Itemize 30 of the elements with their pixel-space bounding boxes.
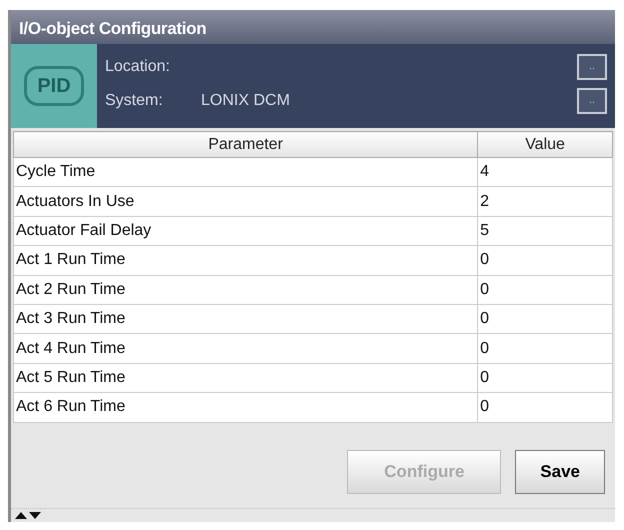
table-cell[interactable]: 0 bbox=[478, 392, 612, 422]
table-cell: Act 3 Run Time bbox=[14, 304, 478, 334]
up-arrow-icon[interactable] bbox=[15, 512, 27, 519]
table-cell[interactable]: 0 bbox=[478, 334, 612, 364]
down-arrow-icon[interactable] bbox=[29, 512, 41, 519]
table-cell[interactable]: 0 bbox=[478, 246, 612, 276]
table-cell[interactable]: 4 bbox=[478, 158, 612, 187]
table-cell[interactable]: 5 bbox=[478, 216, 612, 246]
field-label: System: bbox=[105, 91, 164, 111]
browse-button[interactable]: .. bbox=[577, 88, 607, 114]
browse-button[interactable]: .. bbox=[577, 54, 607, 80]
table-cell[interactable]: 2 bbox=[478, 186, 612, 216]
table-cell: Act 6 Run Time bbox=[14, 392, 478, 422]
field-label: Location: bbox=[105, 57, 171, 77]
column-header[interactable]: Value bbox=[478, 132, 612, 158]
pid-badge: PID bbox=[24, 66, 84, 106]
table-cell: Act 4 Run Time bbox=[14, 334, 478, 364]
table-cell: Actuator Fail Delay bbox=[14, 216, 478, 246]
table-cell[interactable]: 0 bbox=[478, 363, 612, 393]
table-cell: Act 2 Run Time bbox=[14, 275, 478, 304]
table-cell: Act 5 Run Time bbox=[14, 363, 478, 393]
table-cell: Act 1 Run Time bbox=[14, 246, 478, 276]
table-cell: Actuators In Use bbox=[14, 186, 478, 216]
window-title: I/O-object Configuration bbox=[11, 10, 615, 44]
save-button[interactable]: Save bbox=[515, 450, 605, 494]
table-cell[interactable]: 0 bbox=[478, 304, 612, 334]
table-cell: Cycle Time bbox=[14, 158, 478, 187]
field-value: LONIX DCM bbox=[201, 91, 290, 111]
column-header[interactable]: Parameter bbox=[14, 132, 478, 158]
table-cell[interactable]: 0 bbox=[478, 275, 612, 304]
